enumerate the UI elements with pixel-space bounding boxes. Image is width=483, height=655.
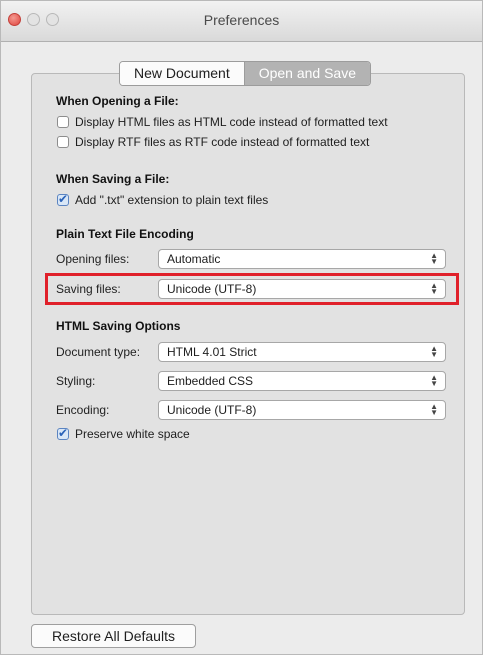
html-encoding-row: Encoding: (56, 400, 156, 420)
add-txt-extension-label: Add ".txt" extension to plain text files (75, 193, 269, 207)
display-rtf-option[interactable]: Display RTF files as RTF code instead of… (57, 135, 369, 149)
document-type-row: Document type: (56, 342, 156, 362)
html-encoding-value: Unicode (UTF-8) (167, 403, 257, 417)
encoding-section-heading: Plain Text File Encoding (56, 227, 194, 241)
opening-files-value: Automatic (167, 252, 221, 266)
highlight-box (45, 273, 459, 305)
preserve-white-space-label: Preserve white space (75, 427, 190, 441)
html-options-heading: HTML Saving Options (56, 319, 181, 333)
add-txt-extension-option[interactable]: Add ".txt" extension to plain text files (57, 192, 269, 207)
select-stepper-icon: ▲ ▼ (430, 251, 438, 266)
styling-label: Styling: (56, 374, 96, 388)
styling-select[interactable]: Embedded CSS ▲ ▼ (158, 371, 446, 391)
html-encoding-select[interactable]: Unicode (UTF-8) ▲ ▼ (158, 400, 446, 420)
styling-row: Styling: (56, 371, 156, 391)
display-rtf-checkbox[interactable] (57, 136, 69, 148)
window-title: Preferences (203, 12, 280, 28)
styling-value: Embedded CSS (167, 374, 254, 388)
preserve-white-space-checkbox[interactable] (57, 426, 69, 440)
select-stepper-icon: ▲ ▼ (430, 344, 438, 359)
display-rtf-label: Display RTF files as RTF code instead of… (75, 135, 370, 149)
preferences-window: Preferences New Document Open and Save W… (0, 0, 483, 655)
title-bar: Preferences (1, 1, 482, 42)
document-type-select[interactable]: HTML 4.01 Strict ▲ ▼ (158, 342, 446, 362)
display-html-checkbox[interactable] (57, 116, 69, 128)
opening-files-select[interactable]: Automatic ▲ ▼ (158, 249, 446, 269)
opening-files-row: Opening files: (56, 249, 156, 269)
preferences-tabs: New Document Open and Save (119, 61, 371, 86)
display-html-label: Display HTML files as HTML code instead … (75, 115, 388, 129)
opening-files-label: Opening files: (56, 252, 130, 266)
tab-new-document[interactable]: New Document (120, 62, 245, 85)
display-html-option[interactable]: Display HTML files as HTML code instead … (57, 115, 388, 129)
select-stepper-icon: ▲ ▼ (430, 402, 438, 417)
opening-section-heading: When Opening a File: (56, 94, 179, 108)
html-encoding-label: Encoding: (56, 403, 110, 417)
preserve-white-space-option[interactable]: Preserve white space (57, 426, 190, 441)
document-type-label: Document type: (56, 345, 141, 359)
select-stepper-icon: ▲ ▼ (430, 373, 438, 388)
restore-all-defaults-button[interactable]: Restore All Defaults (31, 624, 196, 648)
document-type-value: HTML 4.01 Strict (167, 345, 257, 359)
tab-open-and-save[interactable]: Open and Save (244, 62, 370, 85)
add-txt-extension-checkbox[interactable] (57, 192, 69, 206)
saving-section-heading: When Saving a File: (56, 172, 170, 186)
